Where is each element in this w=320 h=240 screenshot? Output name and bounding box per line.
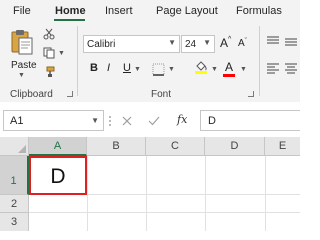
- select-all-button[interactable]: [0, 137, 29, 156]
- group-separator: [77, 26, 78, 96]
- more-options-icon: [109, 116, 111, 126]
- grow-font-button[interactable]: A^: [220, 36, 231, 50]
- font-size-value: 24: [185, 39, 197, 50]
- bold-button[interactable]: B: [90, 62, 98, 74]
- align-center-icon[interactable]: [284, 62, 298, 74]
- tab-file[interactable]: File: [13, 5, 31, 17]
- formula-bar-tools: fx: [108, 110, 196, 131]
- column-header-d[interactable]: D: [205, 137, 265, 156]
- font-group-label: Font: [151, 89, 172, 100]
- ribbon: Paste ▼ ▼ Clipboard Calibri ▼ 24 ▼ A^ Aˇ…: [0, 22, 300, 103]
- align-middle-icon[interactable]: [284, 36, 298, 48]
- font-color-swatch: [223, 74, 235, 77]
- select-all-icon: [18, 145, 26, 153]
- worksheet-grid[interactable]: A B C D E 1 2 3 D: [0, 137, 300, 231]
- row-header-2[interactable]: 2: [0, 195, 29, 213]
- align-top-icon[interactable]: [266, 36, 280, 48]
- tab-page-layout[interactable]: Page Layout: [156, 5, 218, 17]
- align-left-icon[interactable]: [266, 62, 280, 74]
- format-painter-icon[interactable]: [43, 66, 55, 78]
- font-dialog-launcher[interactable]: [248, 91, 254, 97]
- column-header-a[interactable]: A: [29, 137, 87, 156]
- caret-down-icon: ˇ: [244, 38, 248, 45]
- column-header-b[interactable]: B: [87, 137, 146, 156]
- borders-dropdown-icon[interactable]: ▼: [168, 66, 175, 73]
- group-separator: [259, 26, 260, 96]
- copy-dropdown-icon[interactable]: ▼: [58, 50, 65, 57]
- shrink-font-label: A: [238, 38, 245, 49]
- paste-label: Paste: [11, 60, 37, 71]
- name-box[interactable]: A1 ▼: [3, 110, 104, 131]
- cell-a1-value: D: [50, 165, 66, 188]
- name-box-value: A1: [10, 115, 24, 127]
- enter-checkmark-icon[interactable]: [148, 116, 160, 126]
- grow-font-label: A: [220, 36, 229, 50]
- fill-color-icon[interactable]: [194, 60, 208, 75]
- italic-button[interactable]: I: [107, 62, 110, 74]
- clipboard-group-label: Clipboard: [10, 89, 53, 100]
- underline-button[interactable]: U: [123, 62, 131, 74]
- row-header-1[interactable]: 1: [0, 156, 29, 195]
- formula-input-value: D: [208, 115, 216, 127]
- insert-function-button[interactable]: fx: [177, 113, 187, 126]
- formula-input[interactable]: D: [200, 110, 300, 131]
- tab-home[interactable]: Home: [55, 5, 86, 17]
- font-size-select[interactable]: 24 ▼: [181, 35, 215, 53]
- tab-formulas[interactable]: Formulas: [236, 5, 282, 17]
- underline-dropdown-icon[interactable]: ▼: [134, 66, 141, 73]
- font-color-dropdown-icon[interactable]: ▼: [240, 66, 247, 73]
- shrink-font-button[interactable]: Aˇ: [238, 38, 247, 49]
- clipboard-dialog-launcher[interactable]: [67, 91, 73, 97]
- paste-icon: [11, 30, 33, 55]
- chevron-down-icon: ▼: [203, 38, 211, 47]
- borders-icon[interactable]: [152, 63, 165, 76]
- tab-insert[interactable]: Insert: [105, 5, 133, 17]
- chevron-down-icon: ▼: [91, 116, 99, 125]
- font-name-value: Calibri: [87, 39, 116, 50]
- fill-color-dropdown-icon[interactable]: ▼: [211, 66, 218, 73]
- cancel-icon[interactable]: [122, 116, 132, 126]
- font-name-select[interactable]: Calibri ▼: [83, 35, 180, 53]
- paste-dropdown-icon[interactable]: ▼: [18, 72, 25, 79]
- column-header-c[interactable]: C: [146, 137, 205, 156]
- font-color-button[interactable]: A: [225, 60, 233, 74]
- gridline: [29, 212, 300, 213]
- column-header-e[interactable]: E: [265, 137, 300, 156]
- paste-button[interactable]: Paste ▼: [6, 26, 38, 79]
- active-cell-a1[interactable]: D: [29, 156, 87, 195]
- caret-up-icon: ^: [228, 36, 232, 43]
- ribbon-tab-bar: File Home Insert Page Layout Formulas: [0, 0, 300, 22]
- cut-icon[interactable]: [43, 28, 55, 40]
- chevron-down-icon: ▼: [168, 38, 176, 47]
- copy-icon[interactable]: [43, 47, 55, 59]
- active-tab-indicator: [54, 19, 85, 21]
- row-header-3[interactable]: 3: [0, 213, 29, 231]
